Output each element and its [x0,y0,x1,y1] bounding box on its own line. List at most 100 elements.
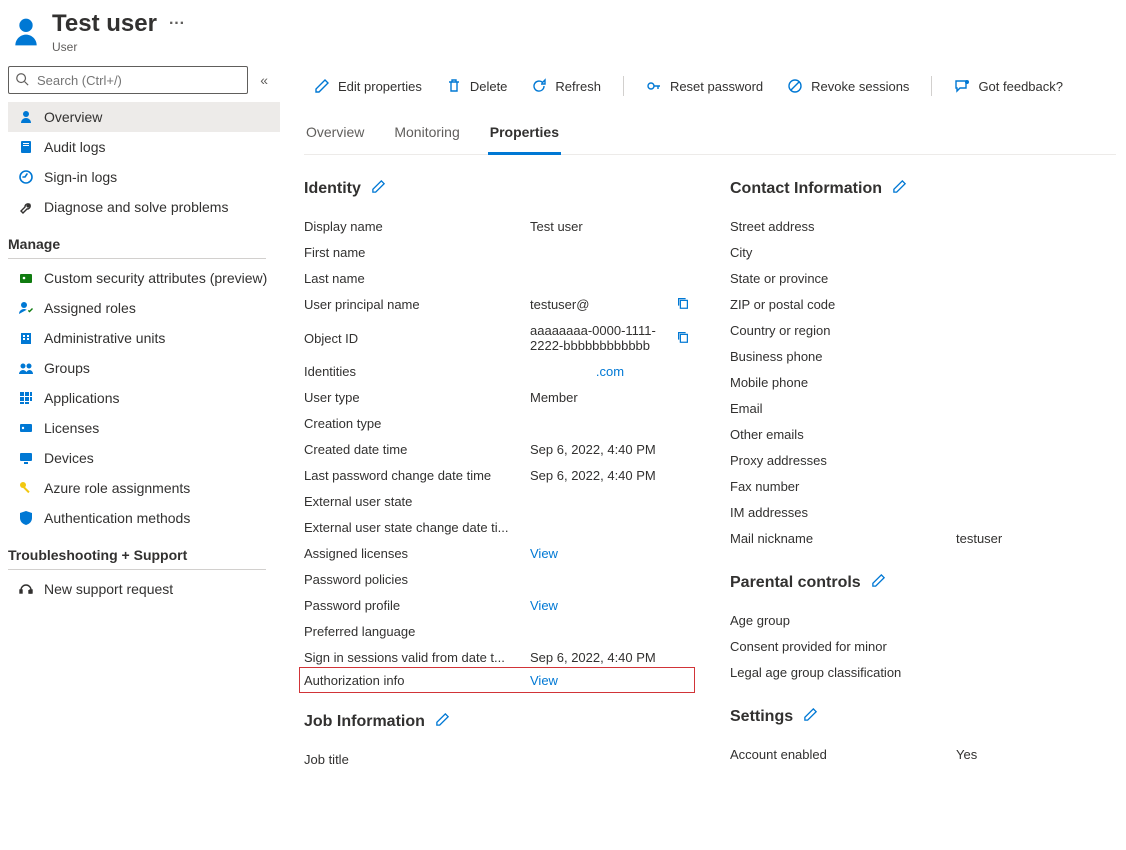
edit-properties-button[interactable]: Edit properties [304,72,432,100]
key-icon [646,78,662,94]
field-last-name: Last name [304,265,690,291]
sidebar-item-licenses[interactable]: Licenses [8,413,280,443]
person-icon [18,109,34,125]
section-job-info: Job Information [304,712,690,732]
field-last-password-change: Last password change date timeSep 6, 202… [304,462,690,488]
page-subtitle: User [52,40,185,54]
key-icon [18,480,34,496]
field-fax: Fax number [730,473,1116,499]
edit-icon[interactable] [871,573,886,593]
field-created-date: Created date timeSep 6, 2022, 4:40 PM [304,436,690,462]
sidebar-item-custom-security[interactable]: Custom security attributes (preview) [8,263,280,293]
headset-icon [18,581,34,597]
field-im: IM addresses [730,499,1116,525]
copy-icon[interactable] [676,296,690,313]
column-right: Contact Information Street address City … [730,179,1116,772]
card-icon [18,420,34,436]
people-icon [18,360,34,376]
search-input[interactable] [35,72,241,89]
wrench-icon [18,199,34,215]
tab-overview[interactable]: Overview [304,114,366,154]
copy-icon[interactable] [676,330,690,347]
field-age-group: Age group [730,607,1116,633]
field-upn: User principal nametestuser@ [304,291,690,318]
refresh-button[interactable]: Refresh [521,72,611,100]
section-identity: Identity [304,179,690,199]
field-street: Street address [730,213,1116,239]
field-account-enabled: Account enabledYes [730,741,1116,767]
grid-icon [18,390,34,406]
field-consent-minor: Consent provided for minor [730,633,1116,659]
sidebar: « Overview Audit logs Sign-in logs Diagn… [0,62,280,792]
field-identities: Identities.com [304,358,690,384]
collapse-icon[interactable]: « [256,68,272,92]
field-proxy-addresses: Proxy addresses [730,447,1116,473]
id-card-icon [18,270,34,286]
edit-icon[interactable] [371,179,386,199]
field-external-state: External user state [304,488,690,514]
field-user-type: User typeMember [304,384,690,410]
book-icon [18,139,34,155]
feedback-button[interactable]: Got feedback? [944,72,1073,100]
field-state: State or province [730,265,1116,291]
sidebar-item-sign-in-logs[interactable]: Sign-in logs [8,162,280,192]
sidebar-item-overview[interactable]: Overview [8,102,280,132]
sidebar-item-azure-roles[interactable]: Azure role assignments [8,473,280,503]
field-email: Email [730,395,1116,421]
edit-icon[interactable] [892,179,907,199]
sidebar-item-new-support[interactable]: New support request [8,574,280,604]
person-check-icon [18,300,34,316]
tab-monitoring[interactable]: Monitoring [392,114,461,154]
field-preferred-language: Preferred language [304,618,690,644]
building-icon [18,330,34,346]
search-icon [15,72,29,89]
field-password-profile: Password profileView [304,592,690,618]
delete-button[interactable]: Delete [436,72,518,100]
sidebar-item-applications[interactable]: Applications [8,383,280,413]
signin-icon [18,169,34,185]
field-country: Country or region [730,317,1116,343]
page-title: Test user ··· [52,10,185,38]
pencil-icon [314,78,330,94]
revoke-sessions-button[interactable]: Revoke sessions [777,72,919,100]
sidebar-section-manage: Manage [8,222,266,259]
field-first-name: First name [304,239,690,265]
field-assigned-licenses: Assigned licensesView [304,540,690,566]
field-external-state-change: External user state change date ti... [304,514,690,540]
field-job-title: Job title [304,746,690,772]
field-display-name: Display nameTest user [304,213,690,239]
sidebar-item-assigned-roles[interactable]: Assigned roles [8,293,280,323]
sidebar-item-diagnose[interactable]: Diagnose and solve problems [8,192,280,222]
sidebar-item-audit-logs[interactable]: Audit logs [8,132,280,162]
main-content: Edit properties Delete Refresh Reset pas… [280,62,1126,792]
field-business-phone: Business phone [730,343,1116,369]
search-box[interactable] [8,66,248,94]
section-settings: Settings [730,707,1116,727]
feedback-icon [954,78,970,94]
field-creation-type: Creation type [304,410,690,436]
sidebar-item-devices[interactable]: Devices [8,443,280,473]
page-header: Test user ··· User [0,0,1126,62]
reset-password-button[interactable]: Reset password [636,72,773,100]
section-parental: Parental controls [730,573,1116,593]
tab-properties[interactable]: Properties [488,114,561,155]
edit-icon[interactable] [435,712,450,732]
sidebar-item-groups[interactable]: Groups [8,353,280,383]
refresh-icon [531,78,547,94]
field-other-emails: Other emails [730,421,1116,447]
field-mobile-phone: Mobile phone [730,369,1116,395]
shield-icon [18,510,34,526]
sidebar-item-auth-methods[interactable]: Authentication methods [8,503,280,533]
field-zip: ZIP or postal code [730,291,1116,317]
field-legal-age: Legal age group classification [730,659,1116,685]
monitor-icon [18,450,34,466]
sidebar-item-admin-units[interactable]: Administrative units [8,323,280,353]
more-icon[interactable]: ··· [169,15,185,33]
field-mail-nickname: Mail nicknametestuser [730,525,1116,551]
section-contact: Contact Information [730,179,1116,199]
edit-icon[interactable] [803,707,818,727]
field-password-policies: Password policies [304,566,690,592]
trash-icon [446,78,462,94]
tabs: Overview Monitoring Properties [304,114,1116,155]
sidebar-section-troubleshooting: Troubleshooting + Support [8,533,266,570]
